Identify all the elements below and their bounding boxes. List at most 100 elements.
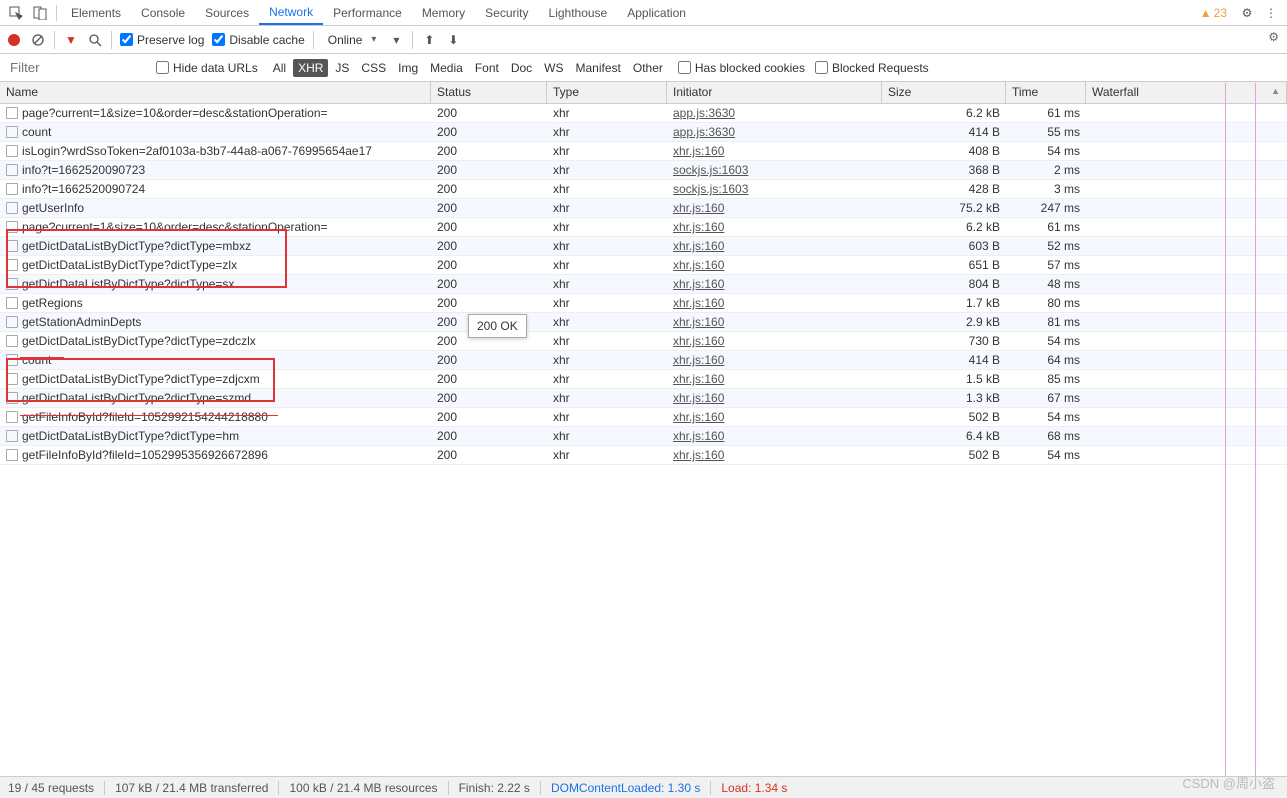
hide-data-urls-input[interactable] [156, 61, 169, 74]
header-type[interactable]: Type [547, 82, 667, 103]
search-icon[interactable] [87, 32, 103, 48]
tab-security[interactable]: Security [475, 2, 538, 24]
initiator-link[interactable]: xhr.js:160 [673, 410, 724, 424]
hide-data-urls-checkbox[interactable]: Hide data URLs [156, 61, 258, 75]
clear-button[interactable] [30, 32, 46, 48]
tab-sources[interactable]: Sources [195, 2, 259, 24]
tab-application[interactable]: Application [617, 2, 696, 24]
request-row[interactable]: count200xhrapp.js:3630414 B55 ms [0, 123, 1287, 142]
initiator-link[interactable]: xhr.js:160 [673, 315, 724, 329]
initiator-link[interactable]: xhr.js:160 [673, 201, 724, 215]
initiator-link[interactable]: app.js:3630 [673, 106, 735, 120]
kebab-icon[interactable]: ⋮ [1263, 5, 1279, 21]
request-size: 6.4 kB [882, 429, 1006, 443]
filter-type-other[interactable]: Other [628, 59, 668, 77]
filter-type-font[interactable]: Font [470, 59, 504, 77]
throttling-caret-icon[interactable]: ▾ [388, 32, 404, 48]
network-toolbar: ▼ Preserve log Disable cache Online ▾ ⬆ … [0, 26, 1287, 54]
tab-memory[interactable]: Memory [412, 2, 475, 24]
initiator-link[interactable]: xhr.js:160 [673, 296, 724, 310]
request-row[interactable]: getDictDataListByDictType?dictType=zlx20… [0, 256, 1287, 275]
filter-type-all[interactable]: All [268, 59, 291, 77]
initiator-link[interactable]: xhr.js:160 [673, 334, 724, 348]
export-har-icon[interactable]: ⬇ [445, 32, 461, 48]
header-size[interactable]: Size [882, 82, 1006, 103]
blocked-cookies-checkbox[interactable]: Has blocked cookies [678, 61, 805, 75]
request-row[interactable]: getDictDataListByDictType?dictType=zdjcx… [0, 370, 1287, 389]
filter-type-css[interactable]: CSS [356, 59, 391, 77]
request-size: 1.7 kB [882, 296, 1006, 310]
blocked-requests-input[interactable] [815, 61, 828, 74]
record-button[interactable] [6, 32, 22, 48]
tab-network[interactable]: Network [259, 1, 323, 25]
filter-input[interactable] [6, 58, 146, 77]
gear-icon[interactable]: ⚙ [1239, 5, 1255, 21]
initiator-link[interactable]: app.js:3630 [673, 125, 735, 139]
request-row[interactable]: getDictDataListByDictType?dictType=szmd2… [0, 389, 1287, 408]
initiator-link[interactable]: xhr.js:160 [673, 429, 724, 443]
inspect-icon[interactable] [8, 5, 24, 21]
request-status: 200 [431, 201, 547, 215]
request-row[interactable]: page?current=1&size=10&order=desc&statio… [0, 218, 1287, 237]
blocked-requests-checkbox[interactable]: Blocked Requests [815, 61, 929, 75]
request-row[interactable]: getUserInfo200xhrxhr.js:16075.2 kB247 ms [0, 199, 1287, 218]
request-time: 61 ms [1006, 106, 1086, 120]
tab-console[interactable]: Console [131, 2, 195, 24]
warning-badge[interactable]: ▲23 [1200, 6, 1227, 20]
throttling-select[interactable]: Online [322, 30, 381, 50]
tab-elements[interactable]: Elements [61, 2, 131, 24]
initiator-link[interactable]: xhr.js:160 [673, 448, 724, 462]
network-settings-icon[interactable]: ⚙ [1268, 30, 1279, 44]
request-row[interactable]: getDictDataListByDictType?dictType=zdczl… [0, 332, 1287, 351]
request-row[interactable]: getDictDataListByDictType?dictType=sx200… [0, 275, 1287, 294]
disable-cache-input[interactable] [212, 33, 225, 46]
filter-type-img[interactable]: Img [393, 59, 423, 77]
initiator-link[interactable]: xhr.js:160 [673, 391, 724, 405]
preserve-log-checkbox[interactable]: Preserve log [120, 33, 204, 47]
import-har-icon[interactable]: ⬆ [421, 32, 437, 48]
tab-lighthouse[interactable]: Lighthouse [539, 2, 618, 24]
status-bar: 19 / 45 requests 107 kB / 21.4 MB transf… [0, 776, 1287, 798]
filter-type-ws[interactable]: WS [539, 59, 568, 77]
request-status: 200 [431, 391, 547, 405]
initiator-link[interactable]: xhr.js:160 [673, 239, 724, 253]
request-row[interactable]: info?t=1662520090724200xhrsockjs.js:1603… [0, 180, 1287, 199]
request-size: 804 B [882, 277, 1006, 291]
request-row[interactable]: getDictDataListByDictType?dictType=hm200… [0, 427, 1287, 446]
header-status[interactable]: Status [431, 82, 547, 103]
initiator-link[interactable]: xhr.js:160 [673, 258, 724, 272]
initiator-link[interactable]: xhr.js:160 [673, 372, 724, 386]
initiator-link[interactable]: sockjs.js:1603 [673, 163, 748, 177]
request-name: getRegions [22, 296, 83, 310]
initiator-link[interactable]: xhr.js:160 [673, 353, 724, 367]
filter-type-manifest[interactable]: Manifest [571, 59, 626, 77]
filter-type-media[interactable]: Media [425, 59, 468, 77]
blocked-cookies-input[interactable] [678, 61, 691, 74]
request-row[interactable]: getFileInfoById?fileId=10529953569266728… [0, 446, 1287, 465]
header-name[interactable]: Name [0, 82, 431, 103]
filter-type-doc[interactable]: Doc [506, 59, 537, 77]
disable-cache-checkbox[interactable]: Disable cache [212, 33, 304, 47]
request-row[interactable]: getRegions200xhrxhr.js:1601.7 kB80 ms [0, 294, 1287, 313]
initiator-link[interactable]: xhr.js:160 [673, 277, 724, 291]
request-row[interactable]: isLogin?wrdSsoToken=2af0103a-b3b7-44a8-a… [0, 142, 1287, 161]
request-row[interactable]: getStationAdminDepts200xhrxhr.js:1602.9 … [0, 313, 1287, 332]
filter-type-js[interactable]: JS [330, 59, 354, 77]
header-time[interactable]: Time [1006, 82, 1086, 103]
request-row[interactable]: info?t=1662520090723200xhrsockjs.js:1603… [0, 161, 1287, 180]
request-row[interactable]: count200xhrxhr.js:160414 B64 ms [0, 351, 1287, 370]
header-initiator[interactable]: Initiator [667, 82, 882, 103]
filter-type-xhr[interactable]: XHR [293, 59, 328, 77]
request-row[interactable]: getDictDataListByDictType?dictType=mbxz2… [0, 237, 1287, 256]
device-icon[interactable] [32, 5, 48, 21]
request-row[interactable]: getFileInfoById?fileId=10529921542442188… [0, 408, 1287, 427]
initiator-link[interactable]: sockjs.js:1603 [673, 182, 748, 196]
request-row[interactable]: page?current=1&size=10&order=desc&statio… [0, 104, 1287, 123]
preserve-log-input[interactable] [120, 33, 133, 46]
header-waterfall[interactable]: Waterfall▲ [1086, 82, 1287, 103]
initiator-link[interactable]: xhr.js:160 [673, 144, 724, 158]
request-size: 428 B [882, 182, 1006, 196]
filter-icon[interactable]: ▼ [63, 32, 79, 48]
tab-performance[interactable]: Performance [323, 2, 412, 24]
initiator-link[interactable]: xhr.js:160 [673, 220, 724, 234]
